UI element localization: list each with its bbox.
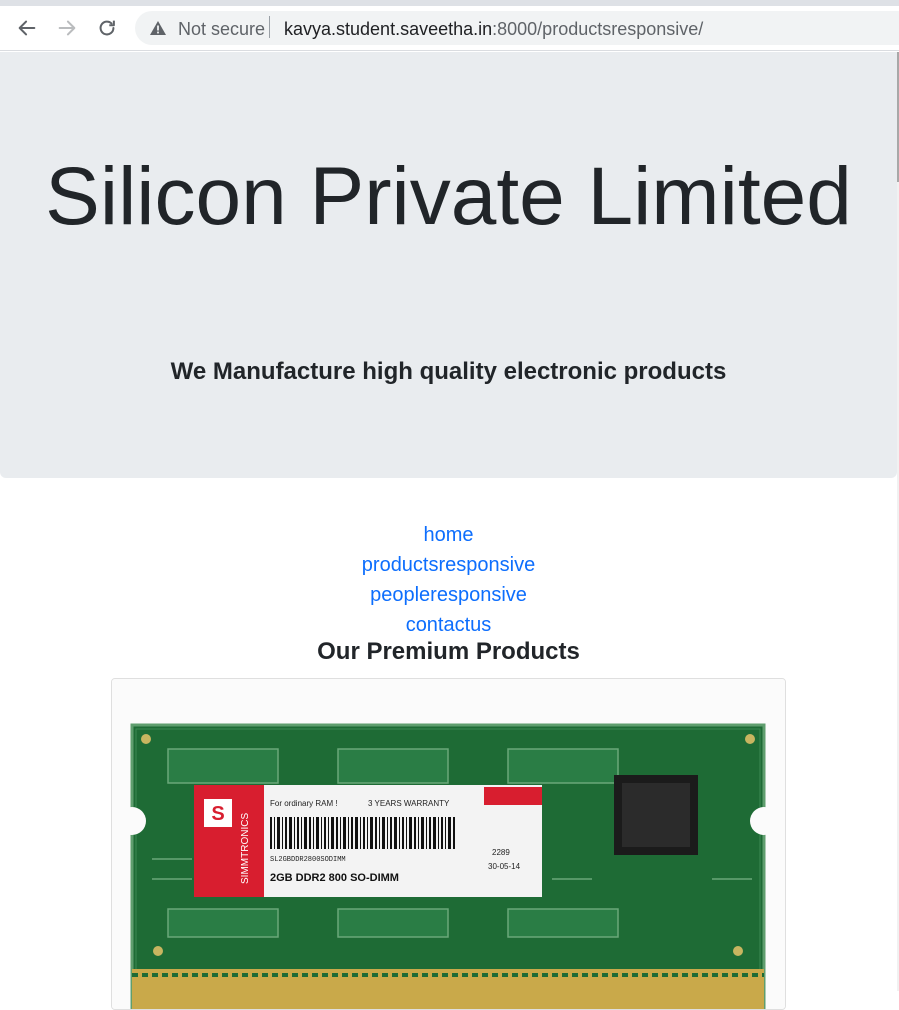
nav-link-peopleresponsive[interactable]: peopleresponsive [0, 580, 897, 610]
page-title: Silicon Private Limited [45, 151, 852, 242]
brand-logo: S [211, 803, 224, 825]
page-subtitle: We Manufacture high quality electronic p… [170, 358, 727, 385]
label-model: 2GB DDR2 800 SO-DIMM [270, 872, 399, 884]
site-nav: home productsresponsive peopleresponsive… [0, 520, 897, 640]
label-serial: SL2GBDDR2800SODIMM [270, 856, 346, 864]
forward-icon [58, 20, 76, 36]
label-date2: 30-05-14 [488, 862, 521, 871]
url-host: kavya.student.saveetha.in [284, 19, 493, 39]
reload-button[interactable] [93, 14, 121, 42]
jumbotron: Silicon Private Limited We Manufacture h… [0, 52, 897, 478]
omnibox-separator [269, 16, 270, 38]
nav-link-productsresponsive[interactable]: productsresponsive [0, 550, 897, 580]
product-card: S SIMMTRONICS For ordinary RAM ! 3 YEARS… [111, 678, 786, 1010]
browser-toolbar: Not secure kavya.student.saveetha.in:800… [0, 6, 899, 51]
nav-link-home[interactable]: home [0, 520, 897, 550]
security-status[interactable]: Not secure [178, 19, 265, 40]
warning-icon [150, 21, 166, 35]
label-line1: For ordinary RAM ! [270, 799, 338, 808]
back-icon [18, 20, 36, 36]
back-button[interactable] [13, 14, 41, 42]
reload-icon [99, 20, 115, 36]
nav-link-contactus[interactable]: contactus [0, 610, 897, 640]
address-bar[interactable]: Not secure kavya.student.saveetha.in:800… [135, 11, 899, 45]
label-date: 2289 [492, 848, 510, 857]
url-text[interactable]: kavya.student.saveetha.in:8000/productsr… [284, 19, 703, 40]
brand-name: SIMMTRONICS [240, 813, 251, 884]
forward-button[interactable] [53, 14, 81, 42]
products-heading: Our Premium Products [317, 638, 580, 665]
url-path: :8000/productsresponsive/ [492, 19, 704, 39]
ram-module-image: S SIMMTRONICS For ordinary RAM ! 3 YEARS… [112, 679, 785, 1009]
label-line2: 3 YEARS WARRANTY [368, 799, 450, 808]
